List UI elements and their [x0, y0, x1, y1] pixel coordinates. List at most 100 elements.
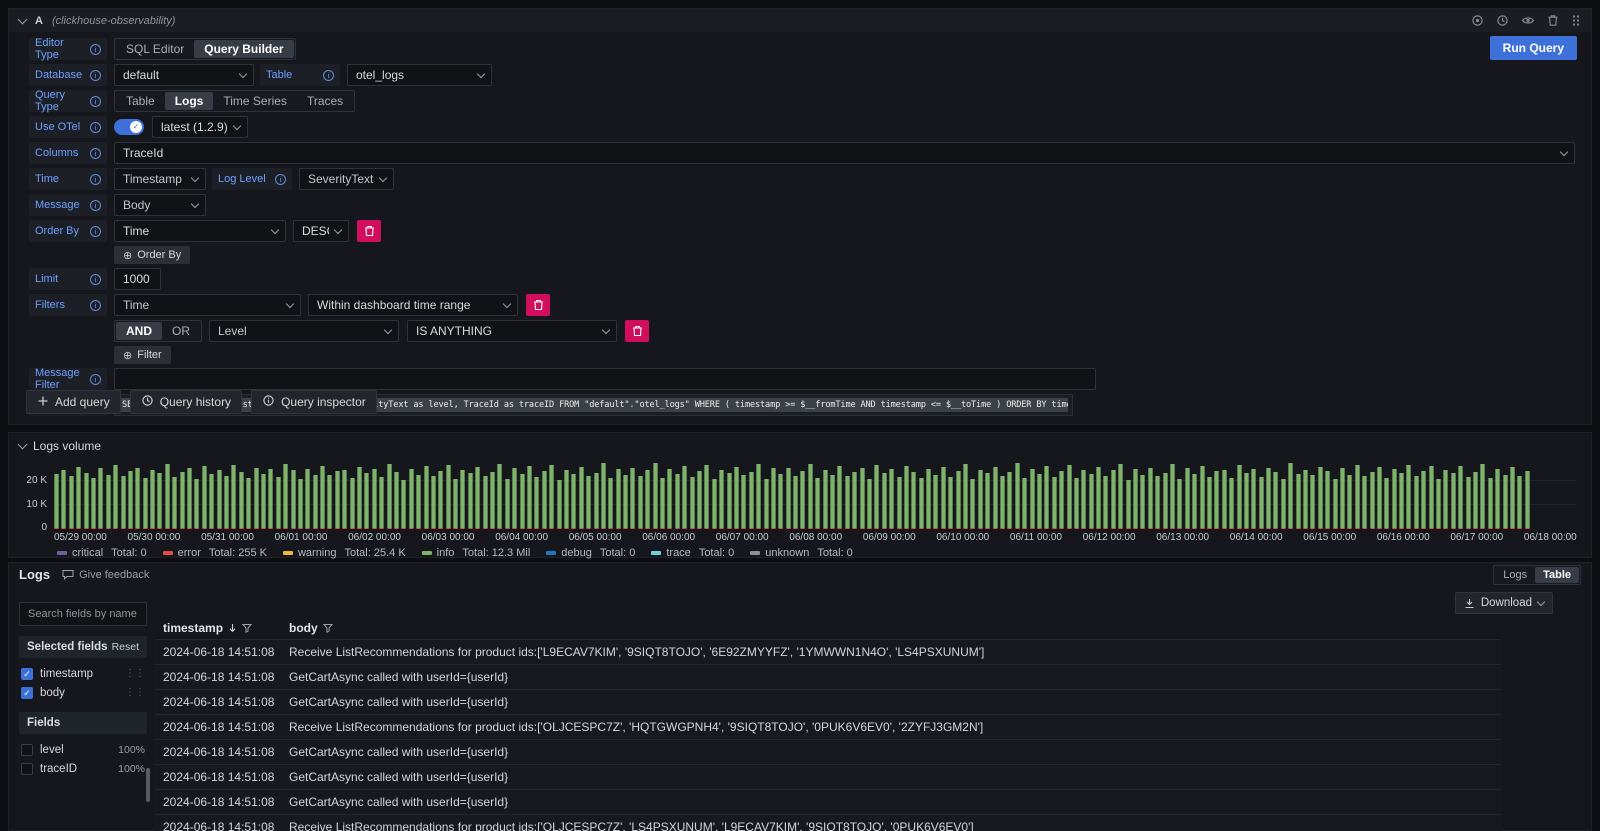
legend-swatch — [57, 551, 67, 555]
info-icon[interactable]: i — [90, 274, 101, 285]
filter-icon[interactable] — [242, 623, 252, 633]
conjunction-option-or[interactable]: OR — [162, 322, 200, 340]
filter-operator-select[interactable]: IS ANYTHING — [407, 320, 617, 342]
query-type-option-table[interactable]: Table — [116, 92, 165, 110]
x-axis-tick: 06/01 00:00 — [275, 532, 328, 543]
volume-bar — [1177, 479, 1182, 529]
filter-field-select[interactable]: Time — [114, 294, 301, 316]
field-checkbox[interactable] — [21, 744, 33, 756]
view-option-table[interactable]: Table — [1535, 567, 1579, 583]
legend-item-warning[interactable]: warningTotal: 25.4 K — [283, 547, 406, 559]
query-inspector-button[interactable]: Query inspector — [251, 390, 377, 414]
remove-filter-button[interactable] — [526, 294, 550, 316]
info-icon[interactable]: i — [90, 226, 101, 237]
database-select[interactable]: default — [114, 64, 254, 86]
collapse-query-row-icon[interactable] — [18, 14, 28, 24]
drag-handle-icon[interactable]: ⋮⋮ — [125, 668, 145, 679]
legend-item-error[interactable]: errorTotal: 255 K — [163, 547, 267, 559]
info-icon[interactable]: i — [90, 96, 101, 107]
message-select[interactable]: Body — [114, 194, 206, 216]
query-type-option-logs[interactable]: Logs — [165, 92, 214, 110]
info-icon[interactable]: i — [90, 200, 101, 211]
order-by-direction-select[interactable]: DESC — [293, 220, 349, 242]
query-type-option-time-series[interactable]: Time Series — [213, 92, 297, 110]
field-level: level100% — [19, 740, 147, 759]
conjunction-option-and[interactable]: AND — [116, 322, 162, 340]
limit-input[interactable] — [114, 268, 161, 290]
remove-filter-button[interactable] — [625, 320, 649, 342]
filter-operator-select[interactable]: Within dashboard time range — [308, 294, 518, 316]
sort-desc-icon[interactable] — [228, 623, 237, 633]
field-checkbox[interactable] — [21, 763, 33, 775]
time-label: Timei — [29, 168, 107, 190]
editor-type-option-sql-editor[interactable]: SQL Editor — [116, 40, 194, 58]
order-by-label: Order Byi — [29, 220, 107, 242]
info-icon[interactable]: i — [90, 148, 101, 159]
volume-bar — [985, 473, 990, 529]
x-axis-tick: 06/11 00:00 — [1010, 532, 1062, 543]
add-query-button[interactable]: Add query — [26, 390, 121, 414]
info-icon[interactable]: i — [90, 300, 101, 311]
info-icon[interactable]: i — [90, 174, 101, 185]
editor-type-option-query-builder[interactable]: Query Builder — [194, 40, 293, 58]
order-by-field-select[interactable]: Time — [114, 220, 286, 242]
query-type-option-traces[interactable]: Traces — [297, 92, 353, 110]
legend-item-unknown[interactable]: unknownTotal: 0 — [750, 547, 853, 559]
message-filter-input[interactable] — [114, 368, 1096, 390]
volume-bar — [387, 464, 392, 529]
drag-handle-icon[interactable] — [1571, 14, 1581, 27]
legend-item-trace[interactable]: traceTotal: 0 — [651, 547, 734, 559]
reset-fields-button[interactable]: Reset — [112, 641, 139, 653]
info-icon[interactable]: i — [90, 374, 101, 385]
filter-field-select[interactable]: Level — [209, 320, 399, 342]
query-history-button[interactable]: Query history — [130, 390, 242, 414]
volume-bar — [889, 469, 894, 529]
filter-icon[interactable] — [323, 623, 333, 633]
columns-select[interactable]: TraceId — [114, 142, 1575, 164]
info-icon[interactable]: i — [90, 44, 101, 55]
hide-response-icon[interactable] — [1521, 14, 1535, 27]
volume-bar — [542, 471, 547, 529]
use-otel-toggle[interactable]: ✓ — [114, 119, 144, 135]
legend-item-info[interactable]: infoTotal: 12.3 Mil — [422, 547, 531, 559]
volume-bar — [1362, 476, 1367, 529]
volume-bar — [54, 474, 59, 529]
sidebar-scrollbar[interactable] — [146, 768, 150, 802]
body-column-header[interactable]: body — [281, 619, 1501, 640]
legend-item-debug[interactable]: debugTotal: 0 — [546, 547, 635, 559]
legend-swatch — [422, 551, 432, 555]
volume-bar — [172, 477, 177, 529]
table-label: Tablei — [260, 64, 340, 86]
logs-table-area: Download timestamp — [147, 590, 1581, 830]
timestamp-column-header[interactable]: timestamp — [155, 619, 281, 640]
fields-header: Fields — [19, 712, 147, 734]
legend-item-critical[interactable]: criticalTotal: 0 — [57, 547, 147, 559]
delete-query-icon[interactable] — [1547, 14, 1559, 27]
download-button[interactable]: Download — [1455, 592, 1553, 614]
search-fields-input[interactable] — [19, 602, 147, 626]
info-icon[interactable]: i — [90, 122, 101, 133]
field-checkbox[interactable]: ✓ — [21, 668, 33, 680]
volume-bar — [497, 464, 502, 529]
collapse-panel-icon[interactable] — [18, 440, 28, 450]
add-order-by-button[interactable]: ⊕Order By — [114, 246, 190, 264]
info-icon[interactable]: i — [323, 70, 334, 81]
run-query-button[interactable]: Run Query — [1490, 36, 1577, 60]
volume-bar — [1111, 470, 1116, 529]
volume-bar — [239, 472, 244, 529]
field-checkbox[interactable]: ✓ — [21, 687, 33, 699]
otel-version-select[interactable]: latest (1.2.9) — [152, 116, 248, 138]
drag-handle-icon[interactable]: ⋮⋮ — [125, 687, 145, 698]
disable-query-icon[interactable] — [1471, 14, 1484, 27]
info-icon[interactable]: i — [90, 70, 101, 81]
editor-type-label: Editor Typei — [29, 38, 107, 60]
remove-order-by-button[interactable] — [357, 220, 381, 242]
give-feedback-link[interactable]: Give feedback — [62, 569, 149, 581]
history-icon[interactable] — [1496, 14, 1509, 27]
info-icon[interactable]: i — [275, 174, 286, 185]
table-select[interactable]: otel_logs — [347, 64, 492, 86]
add-filter-button[interactable]: ⊕Filter — [114, 346, 171, 364]
time-column-select[interactable]: Timestamp — [114, 168, 206, 190]
view-option-logs[interactable]: Logs — [1495, 567, 1535, 583]
log-level-select[interactable]: SeverityText — [299, 168, 394, 190]
